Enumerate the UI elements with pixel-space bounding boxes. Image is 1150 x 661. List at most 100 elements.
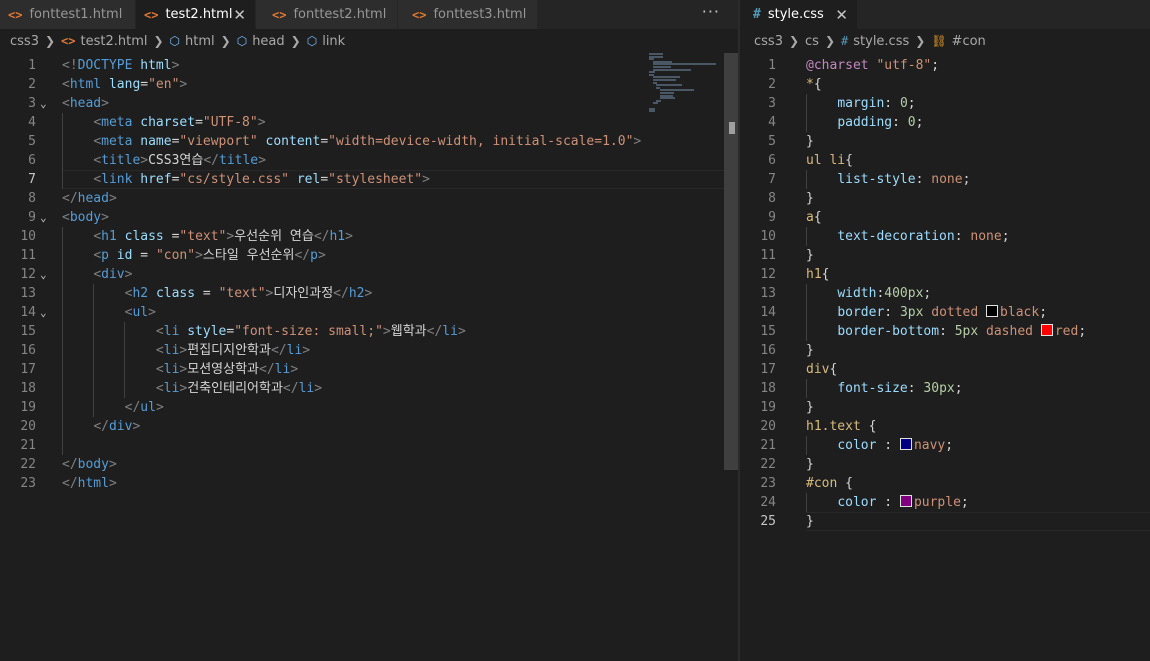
code-line[interactable]: 17 <li>모션영상학과</li> xyxy=(0,360,738,379)
close-icon[interactable]: ✕ xyxy=(233,6,246,24)
code-line[interactable]: 17 div{ xyxy=(740,360,1150,379)
html-file-icon: <> xyxy=(272,7,287,22)
line-number: 12 xyxy=(760,267,776,282)
code-line[interactable]: 18 font-size: 30px; xyxy=(740,379,1150,398)
tab-fonttest3[interactable]: <> fonttest3.html xyxy=(398,0,538,29)
code-line[interactable]: 18 <li>건축인테리어학과</li> xyxy=(0,379,738,398)
code-line[interactable]: 14 border: 3px dotted black; xyxy=(740,303,1150,322)
color-swatch-icon[interactable] xyxy=(899,438,912,450)
code-token: li xyxy=(298,381,315,396)
code-line[interactable]: 19} xyxy=(740,398,1150,417)
code-token: > xyxy=(364,286,373,301)
line-number: 9 xyxy=(768,210,776,225)
code-token: ; xyxy=(1078,324,1087,339)
breadcrumb-item-cs[interactable]: cs xyxy=(805,34,819,49)
tab-label: test2.html xyxy=(165,7,233,22)
code-line[interactable]: 16 <li>편집디지안학과</li> xyxy=(0,341,738,360)
color-swatch-icon[interactable] xyxy=(899,495,912,507)
code-token: h2 xyxy=(348,286,365,301)
code-token: <! xyxy=(62,58,78,73)
code-token: = xyxy=(140,77,149,92)
tab-fonttest2[interactable]: <> fonttest2.html xyxy=(256,0,398,29)
code-line[interactable]: 2 *{ xyxy=(740,75,1150,94)
code-line[interactable]: 21 color : navy; xyxy=(740,436,1150,455)
code-line[interactable]: 8} xyxy=(740,189,1150,208)
code-line[interactable]: 9 ⌄ <body> xyxy=(0,208,738,227)
code-token: { xyxy=(813,210,822,225)
code-token: </ xyxy=(124,400,141,415)
code-line[interactable]: 12 h1{ xyxy=(740,265,1150,284)
code-text: color : navy; xyxy=(806,436,953,455)
breadcrumb-item-selector[interactable]: #con xyxy=(952,34,986,49)
breadcrumb-item-head[interactable]: head xyxy=(252,34,284,49)
breadcrumb-item-link[interactable]: link xyxy=(322,34,345,49)
code-line[interactable]: 22 </body> xyxy=(0,455,738,474)
tab-test2[interactable]: <> test2.html ✕ xyxy=(136,0,256,29)
code-line[interactable]: 12 ⌄ <div> xyxy=(0,265,738,284)
more-actions-icon[interactable]: ··· xyxy=(702,2,720,21)
close-icon[interactable]: ✕ xyxy=(835,6,848,24)
code-line[interactable]: 7 <link href="cs/style.css" rel="stylesh… xyxy=(0,170,738,189)
code-line[interactable]: 20 </div> xyxy=(0,417,738,436)
fold-chevron-icon[interactable]: ⌄ xyxy=(40,303,47,322)
code-token: 0 xyxy=(907,115,916,130)
code-line[interactable]: 9 a{ xyxy=(740,208,1150,227)
breadcrumb-item-file[interactable]: test2.html xyxy=(80,34,147,49)
code-line[interactable]: 7 list-style: none; xyxy=(740,170,1150,189)
code-line[interactable]: 10 <h1 class ="text">우선순위 연습</h1> xyxy=(0,227,738,246)
code-token: a xyxy=(806,210,814,225)
fold-chevron-icon[interactable]: ⌄ xyxy=(40,265,47,284)
code-token: dashed xyxy=(986,324,1033,339)
code-line[interactable]: 3 ⌄ <head> xyxy=(0,94,738,113)
code-token: > xyxy=(258,153,266,168)
code-line[interactable]: 4 padding: 0; xyxy=(740,113,1150,132)
code-line[interactable]: 11 <p id = "con">스타일 우선순위</p> xyxy=(0,246,738,265)
code-line[interactable]: 19 </ul> xyxy=(0,398,738,417)
tab-style-css[interactable]: # style.css ✕ xyxy=(740,0,858,29)
code-line[interactable]: 8 </head> xyxy=(0,189,738,208)
code-line[interactable]: 23 #con { xyxy=(740,474,1150,493)
code-line[interactable]: 10 text-decoration: none; xyxy=(740,227,1150,246)
code-line[interactable]: 6 <title>CSS3연습</title> xyxy=(0,151,738,170)
code-line[interactable]: 6 ul li{ xyxy=(740,151,1150,170)
code-line[interactable]: 11} xyxy=(740,246,1150,265)
code-line[interactable]: 3 margin: 0; xyxy=(740,94,1150,113)
breadcrumb-item-file[interactable]: style.css xyxy=(853,34,909,49)
code-line[interactable]: 21 xyxy=(0,436,738,455)
code-line[interactable]: 13 width:400px; xyxy=(740,284,1150,303)
tab-fonttest1[interactable]: <> fonttest1.html xyxy=(0,0,136,29)
fold-chevron-icon[interactable]: ⌄ xyxy=(40,94,47,113)
code-line[interactable]: 15 <li style="font-size: small;">웹학과</li… xyxy=(0,322,738,341)
code-line[interactable]: 5} xyxy=(740,132,1150,151)
code-line[interactable]: 22} xyxy=(740,455,1150,474)
code-line[interactable]: 4 <meta charset="UTF-8"> xyxy=(0,113,738,132)
code-line[interactable]: 25} xyxy=(740,512,1150,531)
code-line[interactable]: 23 </html> xyxy=(0,474,738,493)
code-line[interactable]: 16} xyxy=(740,341,1150,360)
right-tab-bar: # style.css ✕ xyxy=(740,0,1150,29)
code-line[interactable]: 14 ⌄ <ul> xyxy=(0,303,738,322)
code-line[interactable]: 24 color : purple; xyxy=(740,493,1150,512)
breadcrumb-item-css3[interactable]: css3 xyxy=(754,34,783,49)
code-token: ; xyxy=(1039,305,1048,320)
css-code-editor[interactable]: 1 @charset "utf-8"; 2 *{3 margin: 0; 4 paddi… xyxy=(740,53,1150,661)
code-line[interactable]: 13 <h2 class = "text">디자인과정</h2> xyxy=(0,284,738,303)
code-line[interactable]: 2 <html lang="en"> xyxy=(0,75,738,94)
code-token: < xyxy=(93,153,102,168)
code-line[interactable]: 20 h1.text { xyxy=(740,417,1150,436)
code-line[interactable]: 15 border-bottom: 5px dashed red; xyxy=(740,322,1150,341)
scrollbar-thumb[interactable] xyxy=(724,53,738,470)
color-swatch-icon[interactable] xyxy=(986,305,999,317)
minimap[interactable] xyxy=(641,53,723,113)
code-token: border-bottom xyxy=(837,324,940,339)
breadcrumb-item-html[interactable]: html xyxy=(185,34,215,49)
code-token: : xyxy=(876,438,900,453)
html-code-editor[interactable]: 1 <!DOCTYPE html> 2 <html lang="en"> 3 ⌄ <head… xyxy=(0,53,738,661)
code-line[interactable]: 1 @charset "utf-8"; xyxy=(740,56,1150,75)
fold-chevron-icon[interactable]: ⌄ xyxy=(40,208,47,227)
code-line[interactable]: 1 <!DOCTYPE html> xyxy=(0,56,738,75)
color-swatch-icon[interactable] xyxy=(1040,324,1053,336)
code-line[interactable]: 5 <meta name="viewport" content="width=d… xyxy=(0,132,738,151)
breadcrumb-item-css3[interactable]: css3 xyxy=(10,34,39,49)
